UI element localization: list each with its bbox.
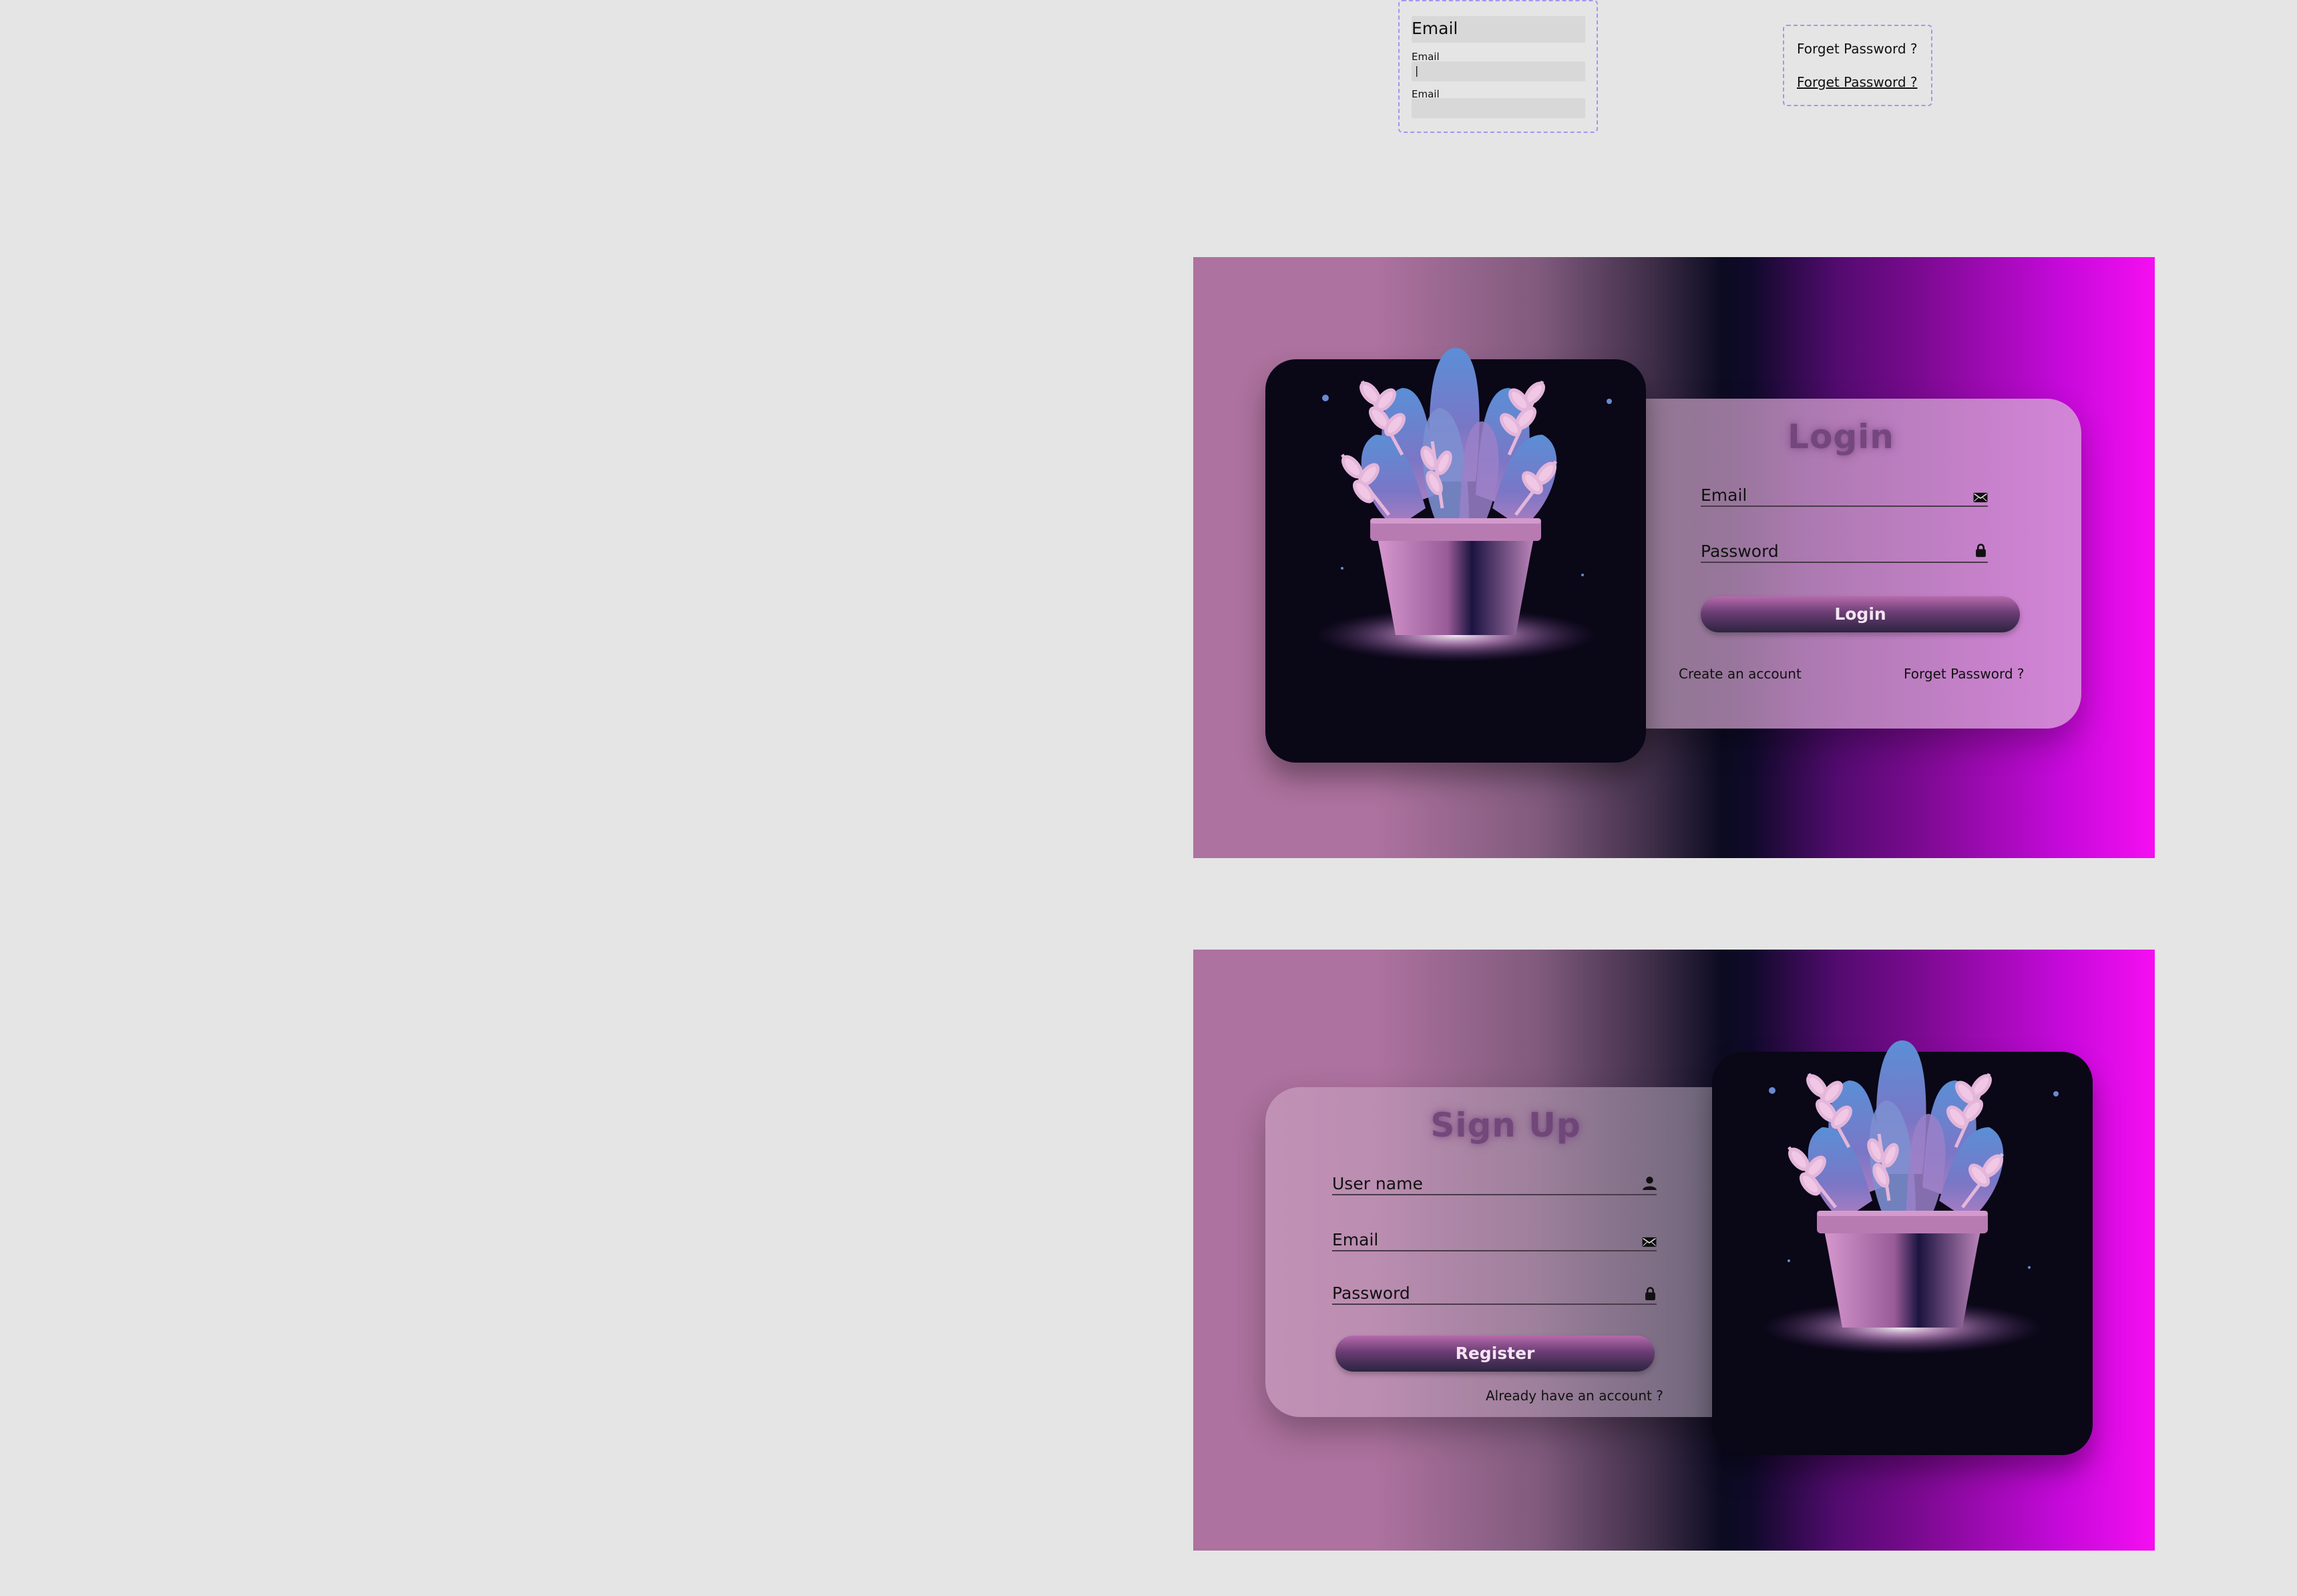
login-card: Login Email Password Login Create an acc… [1601,399,2081,729]
forget-password-link-default[interactable]: Forget Password ? [1797,41,1918,57]
login-password-field[interactable] [1701,562,1988,563]
signup-card: Sign Up User name Email Password Registe… [1265,1087,1746,1417]
lock-icon [1975,543,1987,558]
forget-password-component-set: Forget Password ? Forget Password ? [1783,25,1932,106]
signup-username-field[interactable] [1332,1194,1657,1195]
plant-illustration [1262,288,1649,675]
user-icon [1643,1176,1657,1190]
signup-username-label: User name [1332,1174,1423,1193]
text-cursor: | [1415,64,1419,77]
lock-icon [1645,1286,1656,1301]
signup-frame: Sign Up User name Email Password Registe… [1193,950,2155,1551]
email-input-title: Email [1412,19,1458,38]
already-have-account-link[interactable]: Already have an account ? [1486,1388,1663,1404]
login-frame: Login Email Password Login Create an acc… [1193,257,2155,858]
signup-email-field[interactable] [1332,1250,1657,1251]
signup-title: Sign Up [1430,1106,1581,1145]
mail-icon [1973,492,1988,503]
login-email-label: Email [1701,485,1747,505]
email-input-small-focused[interactable]: | [1412,61,1585,81]
email-input-small[interactable] [1412,98,1585,118]
signup-password-field[interactable] [1332,1304,1657,1305]
register-button[interactable]: Register [1335,1336,1655,1372]
login-button[interactable]: Login [1701,596,2020,632]
plant-illustration [1709,980,2096,1368]
forget-password-link-hover[interactable]: Forget Password ? [1797,74,1918,90]
plant-image-card [1265,359,1646,763]
login-email-field[interactable] [1701,506,1988,507]
forget-password-link[interactable]: Forget Password ? [1904,666,2025,682]
signup-password-label: Password [1332,1283,1410,1303]
create-account-link[interactable]: Create an account [1679,666,1802,682]
plant-image-card [1712,1052,2093,1455]
signup-email-label: Email [1332,1230,1379,1249]
input-component-set: Email Email | Email [1398,0,1598,133]
login-password-label: Password [1701,542,1779,561]
login-title: Login [1788,417,1894,456]
mail-icon [1642,1237,1657,1247]
